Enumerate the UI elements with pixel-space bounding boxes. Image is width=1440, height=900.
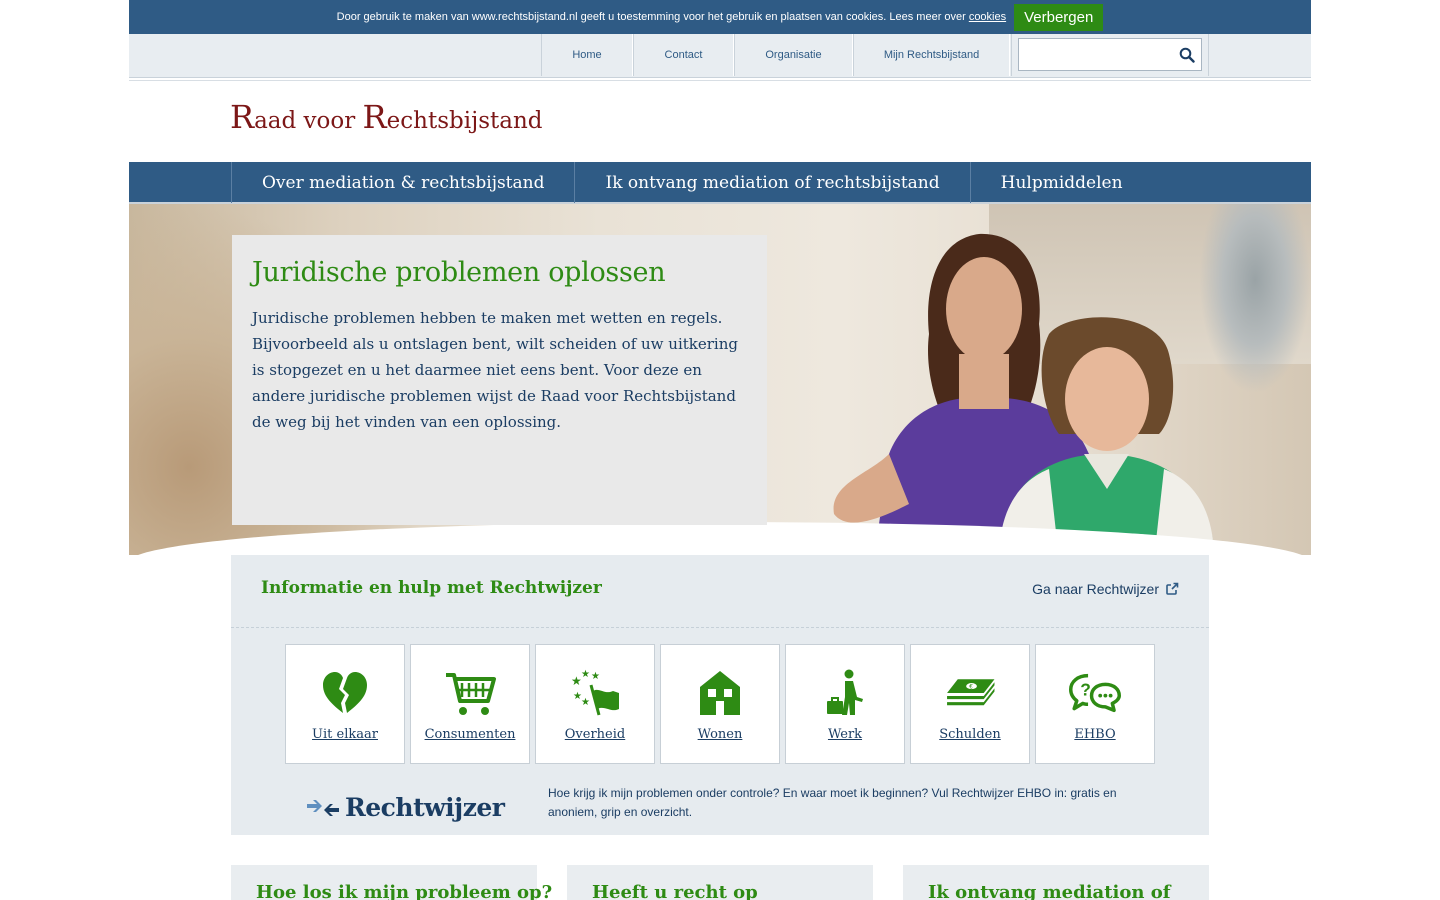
hero-title: Juridische problemen oplossen bbox=[252, 257, 666, 288]
utility-link-home[interactable]: Home bbox=[541, 34, 633, 76]
rechtwijzer-panel: Informatie en hulp met Rechtwijzer Ga na… bbox=[231, 555, 1209, 835]
card-recht-op[interactable]: Heeft u recht op bbox=[567, 865, 873, 900]
tile-wonen[interactable]: Wonen bbox=[660, 644, 780, 764]
search-input[interactable] bbox=[1018, 38, 1202, 71]
utility-link-organisatie[interactable]: Organisatie bbox=[734, 34, 853, 76]
card-ik-ontvang[interactable]: Ik ontvang mediation of bbox=[903, 865, 1209, 900]
utility-link-contact[interactable]: Contact bbox=[633, 34, 734, 76]
hide-cookie-button[interactable]: Verbergen bbox=[1014, 3, 1104, 31]
tile-consumenten[interactable]: Consumenten bbox=[410, 644, 530, 764]
rechtwijzer-logo[interactable]: Rechtwijzer bbox=[307, 793, 505, 822]
eu-flag-icon: ★ ★ ★★ ★ bbox=[571, 669, 619, 716]
card-title[interactable]: Hoe los ik mijn probleem op? bbox=[256, 882, 552, 900]
question-chat-icon: ? bbox=[1069, 673, 1121, 713]
shopping-cart-icon bbox=[446, 673, 496, 715]
card-title[interactable]: Ik ontvang mediation of bbox=[928, 882, 1184, 900]
nav-ik-ontvang[interactable]: Ik ontvang mediation of rechtsbijstand bbox=[574, 162, 969, 203]
svg-text:★: ★ bbox=[581, 697, 590, 708]
cookie-text: Door gebruik te maken van www.rechtsbijs… bbox=[336, 11, 966, 23]
tile-schulden[interactable]: € Schulden bbox=[910, 644, 1030, 764]
rechtwijzer-description: Hoe krijg ik mijn problemen onder contro… bbox=[548, 786, 1117, 819]
site-logo[interactable]: Raad voor Rechtsbijstand bbox=[230, 98, 543, 136]
rechtwijzer-title: Informatie en hulp met Rechtwijzer bbox=[261, 578, 602, 598]
rechtwijzer-header: Informatie en hulp met Rechtwijzer Ga na… bbox=[231, 555, 1209, 628]
boy-photo bbox=[999, 317, 1214, 555]
tile-werk[interactable]: Werk bbox=[785, 644, 905, 764]
worker-briefcase-icon bbox=[827, 669, 863, 715]
house-icon bbox=[700, 671, 740, 715]
card-title[interactable]: Heeft u recht op bbox=[592, 882, 848, 900]
cookie-bar: Door gebruik te maken van www.rechtsbijs… bbox=[129, 0, 1311, 34]
search-box bbox=[1011, 34, 1209, 76]
nav-over-mediation[interactable]: Over mediation & rechtsbijstand bbox=[231, 162, 574, 203]
svg-text:★: ★ bbox=[581, 669, 590, 680]
tile-ehbo[interactable]: ? EHBO bbox=[1035, 644, 1155, 764]
utility-nav: Home Contact Organisatie Mijn Rechtsbijs… bbox=[541, 34, 1010, 76]
svg-text:★: ★ bbox=[591, 671, 600, 682]
search-icon[interactable] bbox=[1179, 47, 1195, 63]
tile-uit-elkaar[interactable]: Uit elkaar bbox=[285, 644, 405, 764]
utility-link-mijn-rechtsbijstand[interactable]: Mijn Rechtsbijstand bbox=[853, 34, 1010, 76]
hero-textbox: Juridische problemen oplossen Juridische… bbox=[232, 235, 767, 525]
rechtwijzer-arrow-icon bbox=[307, 799, 339, 816]
page: Door gebruik te maken van www.rechtsbijs… bbox=[129, 0, 1311, 900]
broken-heart-icon bbox=[323, 672, 367, 713]
external-link-icon bbox=[1166, 582, 1179, 595]
utility-bar: Home Contact Organisatie Mijn Rechtsbijs… bbox=[129, 34, 1311, 81]
hero-banner: Juridische problemen oplossen Juridische… bbox=[129, 204, 1311, 555]
svg-text:€: € bbox=[969, 683, 973, 690]
svg-text:?: ? bbox=[1080, 680, 1091, 700]
main-nav: Over mediation & rechtsbijstand Ik ontva… bbox=[129, 162, 1311, 204]
cookies-link[interactable]: cookies bbox=[969, 11, 1006, 23]
category-tiles: Uit elkaar Consumenten ★ ★ ★ ★ ★ Overhei… bbox=[285, 644, 1155, 764]
nav-hulpmiddelen[interactable]: Hulpmiddelen bbox=[969, 162, 1153, 203]
card-probleem[interactable]: Hoe los ik mijn probleem op? bbox=[231, 865, 552, 900]
hero-text: Juridische problemen hebben te maken met… bbox=[252, 309, 738, 431]
goto-rechtwijzer-link[interactable]: Ga naar Rechtwijzer bbox=[1032, 581, 1179, 597]
money-stack-icon: € bbox=[947, 679, 995, 706]
tile-overheid[interactable]: ★ ★ ★ ★ ★ Overheid bbox=[535, 644, 655, 764]
